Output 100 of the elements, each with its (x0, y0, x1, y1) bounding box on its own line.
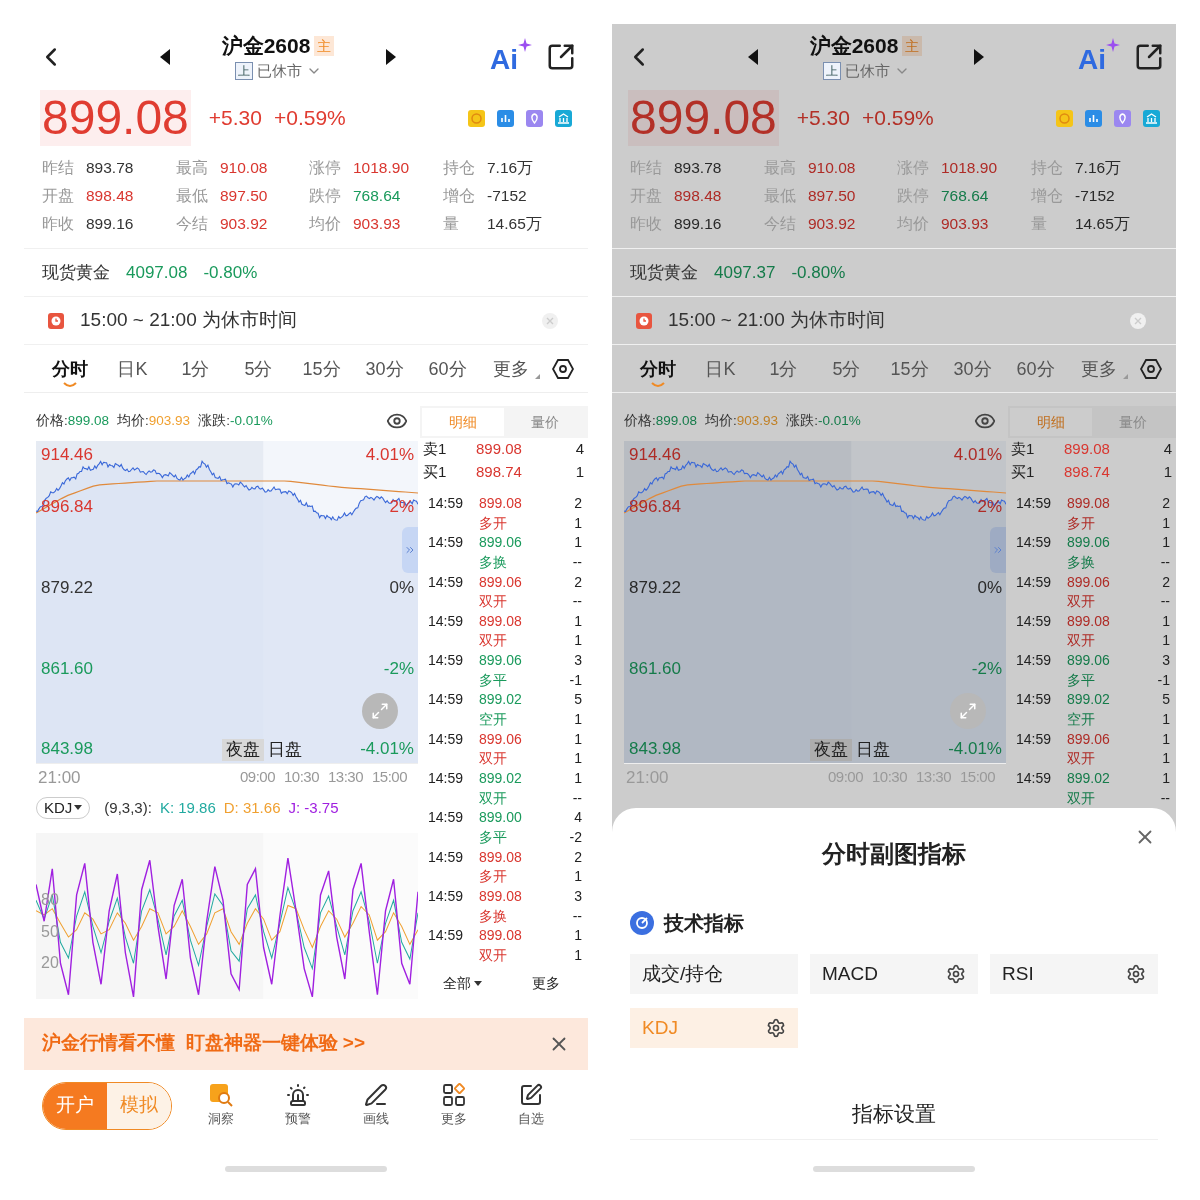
trade-change: 1 (574, 631, 582, 651)
trade-change: 1 (1162, 513, 1170, 533)
toolbar-button[interactable]: 更多 (440, 1082, 467, 1129)
trade-time: 14:59 (427, 729, 465, 749)
previous-triangle-icon[interactable] (159, 49, 170, 65)
time-axis-label: 21:00 (37, 766, 82, 789)
session-tab[interactable]: 日盘 (264, 739, 306, 761)
share-icon[interactable] (1134, 42, 1164, 72)
trade-price: 899.02 (479, 690, 523, 710)
expand-icon (959, 702, 977, 720)
period-tab[interactable]: 15分 (290, 348, 353, 389)
trade-type: 多开 (1067, 513, 1096, 533)
price-axis-label: 879.22 (41, 578, 93, 598)
stat-value: 768.64 (941, 186, 989, 207)
trade-volume: 3 (574, 651, 582, 671)
period-tab[interactable]: 30分 (941, 348, 1004, 389)
trade-time: 14:59 (1015, 611, 1053, 631)
more-link[interactable]: 更多 (504, 973, 588, 995)
chart-legend-item: 涨跌:-0.01% (198, 411, 273, 430)
order-volume: 1 (575, 462, 584, 483)
time-axis-label: 13:30 (328, 767, 365, 788)
sparkle-icon (518, 38, 532, 52)
trade-type: 多平 (479, 670, 508, 690)
last-price: 899.08 (40, 90, 191, 146)
next-triangle-icon[interactable] (386, 49, 397, 65)
trade-volume: 1 (574, 769, 582, 789)
stat-label: 昨收 (42, 214, 75, 235)
location-tile-icon[interactable] (1114, 109, 1131, 127)
settings-icon[interactable] (1140, 357, 1162, 380)
stat-value: 893.78 (86, 158, 134, 179)
ai-button[interactable]: Ai (490, 38, 532, 76)
toolbar-button[interactable]: 画线 (363, 1082, 389, 1129)
next-triangle-icon[interactable] (974, 49, 985, 65)
period-tab[interactable]: 分时 (38, 348, 101, 389)
chart-legend-item: 价格:899.08 (36, 411, 110, 430)
trade-type: 双开 (479, 749, 508, 769)
period-tab[interactable]: 更多 (479, 348, 542, 389)
trade-price: 899.08 (479, 611, 523, 631)
caret-down-icon (74, 805, 83, 811)
indicator-settings-button[interactable]: 指标设置 (630, 1088, 1158, 1140)
bar-chart-tile-icon[interactable] (1085, 109, 1102, 127)
trade-change: 1 (574, 945, 582, 965)
toolbar-button[interactable]: 预警 (285, 1082, 312, 1129)
toolbar-button[interactable]: 自选 (518, 1082, 545, 1129)
indicator-option[interactable]: RSI (990, 954, 1158, 994)
indicator-option[interactable]: MACD (810, 954, 978, 994)
percent-axis-label: 4.01% (365, 445, 414, 465)
indicator-option[interactable]: 成交/持仓 (630, 954, 798, 994)
toolbar-button[interactable]: 洞察 (207, 1082, 234, 1129)
period-tab[interactable]: 分时 (626, 348, 689, 389)
session-tab[interactable]: 夜盘 (810, 739, 852, 761)
trade-change: 1 (574, 710, 582, 730)
settings-icon[interactable] (552, 357, 574, 380)
filter-dropdown[interactable]: 全部 (420, 973, 504, 995)
trade-price: 899.02 (1067, 690, 1111, 710)
promo-text: 沪金行情看不懂 盯盘神器一键体验 >> (42, 1031, 366, 1056)
trade-volume: 2 (1162, 494, 1170, 513)
period-tab[interactable]: 更多 (1067, 348, 1130, 389)
trade-type: 双开 (479, 945, 508, 965)
trade-volume: 1 (1162, 611, 1170, 631)
session-tab[interactable]: 日盘 (852, 739, 894, 761)
period-tab[interactable]: 1分 (164, 348, 227, 389)
trade-change: -- (1160, 788, 1170, 808)
price-axis-label: 914.46 (629, 445, 681, 465)
building-tile-icon[interactable] (1143, 109, 1160, 127)
period-tab[interactable]: 5分 (815, 348, 878, 389)
stat-value: 903.93 (941, 214, 989, 235)
trade-price: 899.08 (479, 494, 523, 513)
bar-chart-tile-icon[interactable] (497, 109, 514, 127)
period-tab[interactable]: 日K (101, 348, 164, 389)
gear-icon[interactable] (1126, 964, 1146, 984)
share-icon[interactable] (546, 42, 576, 72)
price-axis-label: 896.84 (629, 497, 681, 517)
period-tab[interactable]: 1分 (752, 348, 815, 389)
trade-price: 899.08 (1067, 494, 1111, 513)
session-tab[interactable]: 夜盘 (222, 739, 264, 761)
gear-icon[interactable] (946, 964, 966, 984)
period-tab[interactable]: 60分 (1004, 348, 1067, 389)
trade-time: 14:59 (1015, 690, 1053, 710)
period-tab[interactable]: 30分 (353, 348, 416, 389)
period-tab[interactable]: 5分 (227, 348, 290, 389)
period-tab[interactable]: 15分 (878, 348, 941, 389)
market-closed-notice: 15:00 ~ 21:00 为休市时间 (80, 308, 298, 333)
trade-change: 1 (1162, 631, 1170, 651)
spot-price: 4097.37 (714, 261, 776, 284)
chart-legend-item: 价格:899.08 (624, 411, 698, 430)
trade-change: -1 (569, 670, 582, 690)
trade-change: -- (572, 592, 582, 612)
corner-triangle-icon (535, 373, 540, 379)
previous-triangle-icon[interactable] (747, 49, 758, 65)
trade-price: 899.06 (479, 533, 523, 553)
market-closed-notice: 15:00 ~ 21:00 为休市时间 (668, 308, 886, 333)
building-tile-icon[interactable] (555, 109, 572, 127)
gear-icon[interactable] (766, 1018, 786, 1038)
period-tab[interactable]: 日K (689, 348, 752, 389)
order-price: 899.08 (1064, 439, 1111, 460)
magnifier-card-icon (208, 1082, 233, 1107)
location-tile-icon[interactable] (526, 109, 543, 127)
period-tab[interactable]: 60分 (416, 348, 479, 389)
chart-legend-item: 均价:903.93 (705, 411, 779, 430)
